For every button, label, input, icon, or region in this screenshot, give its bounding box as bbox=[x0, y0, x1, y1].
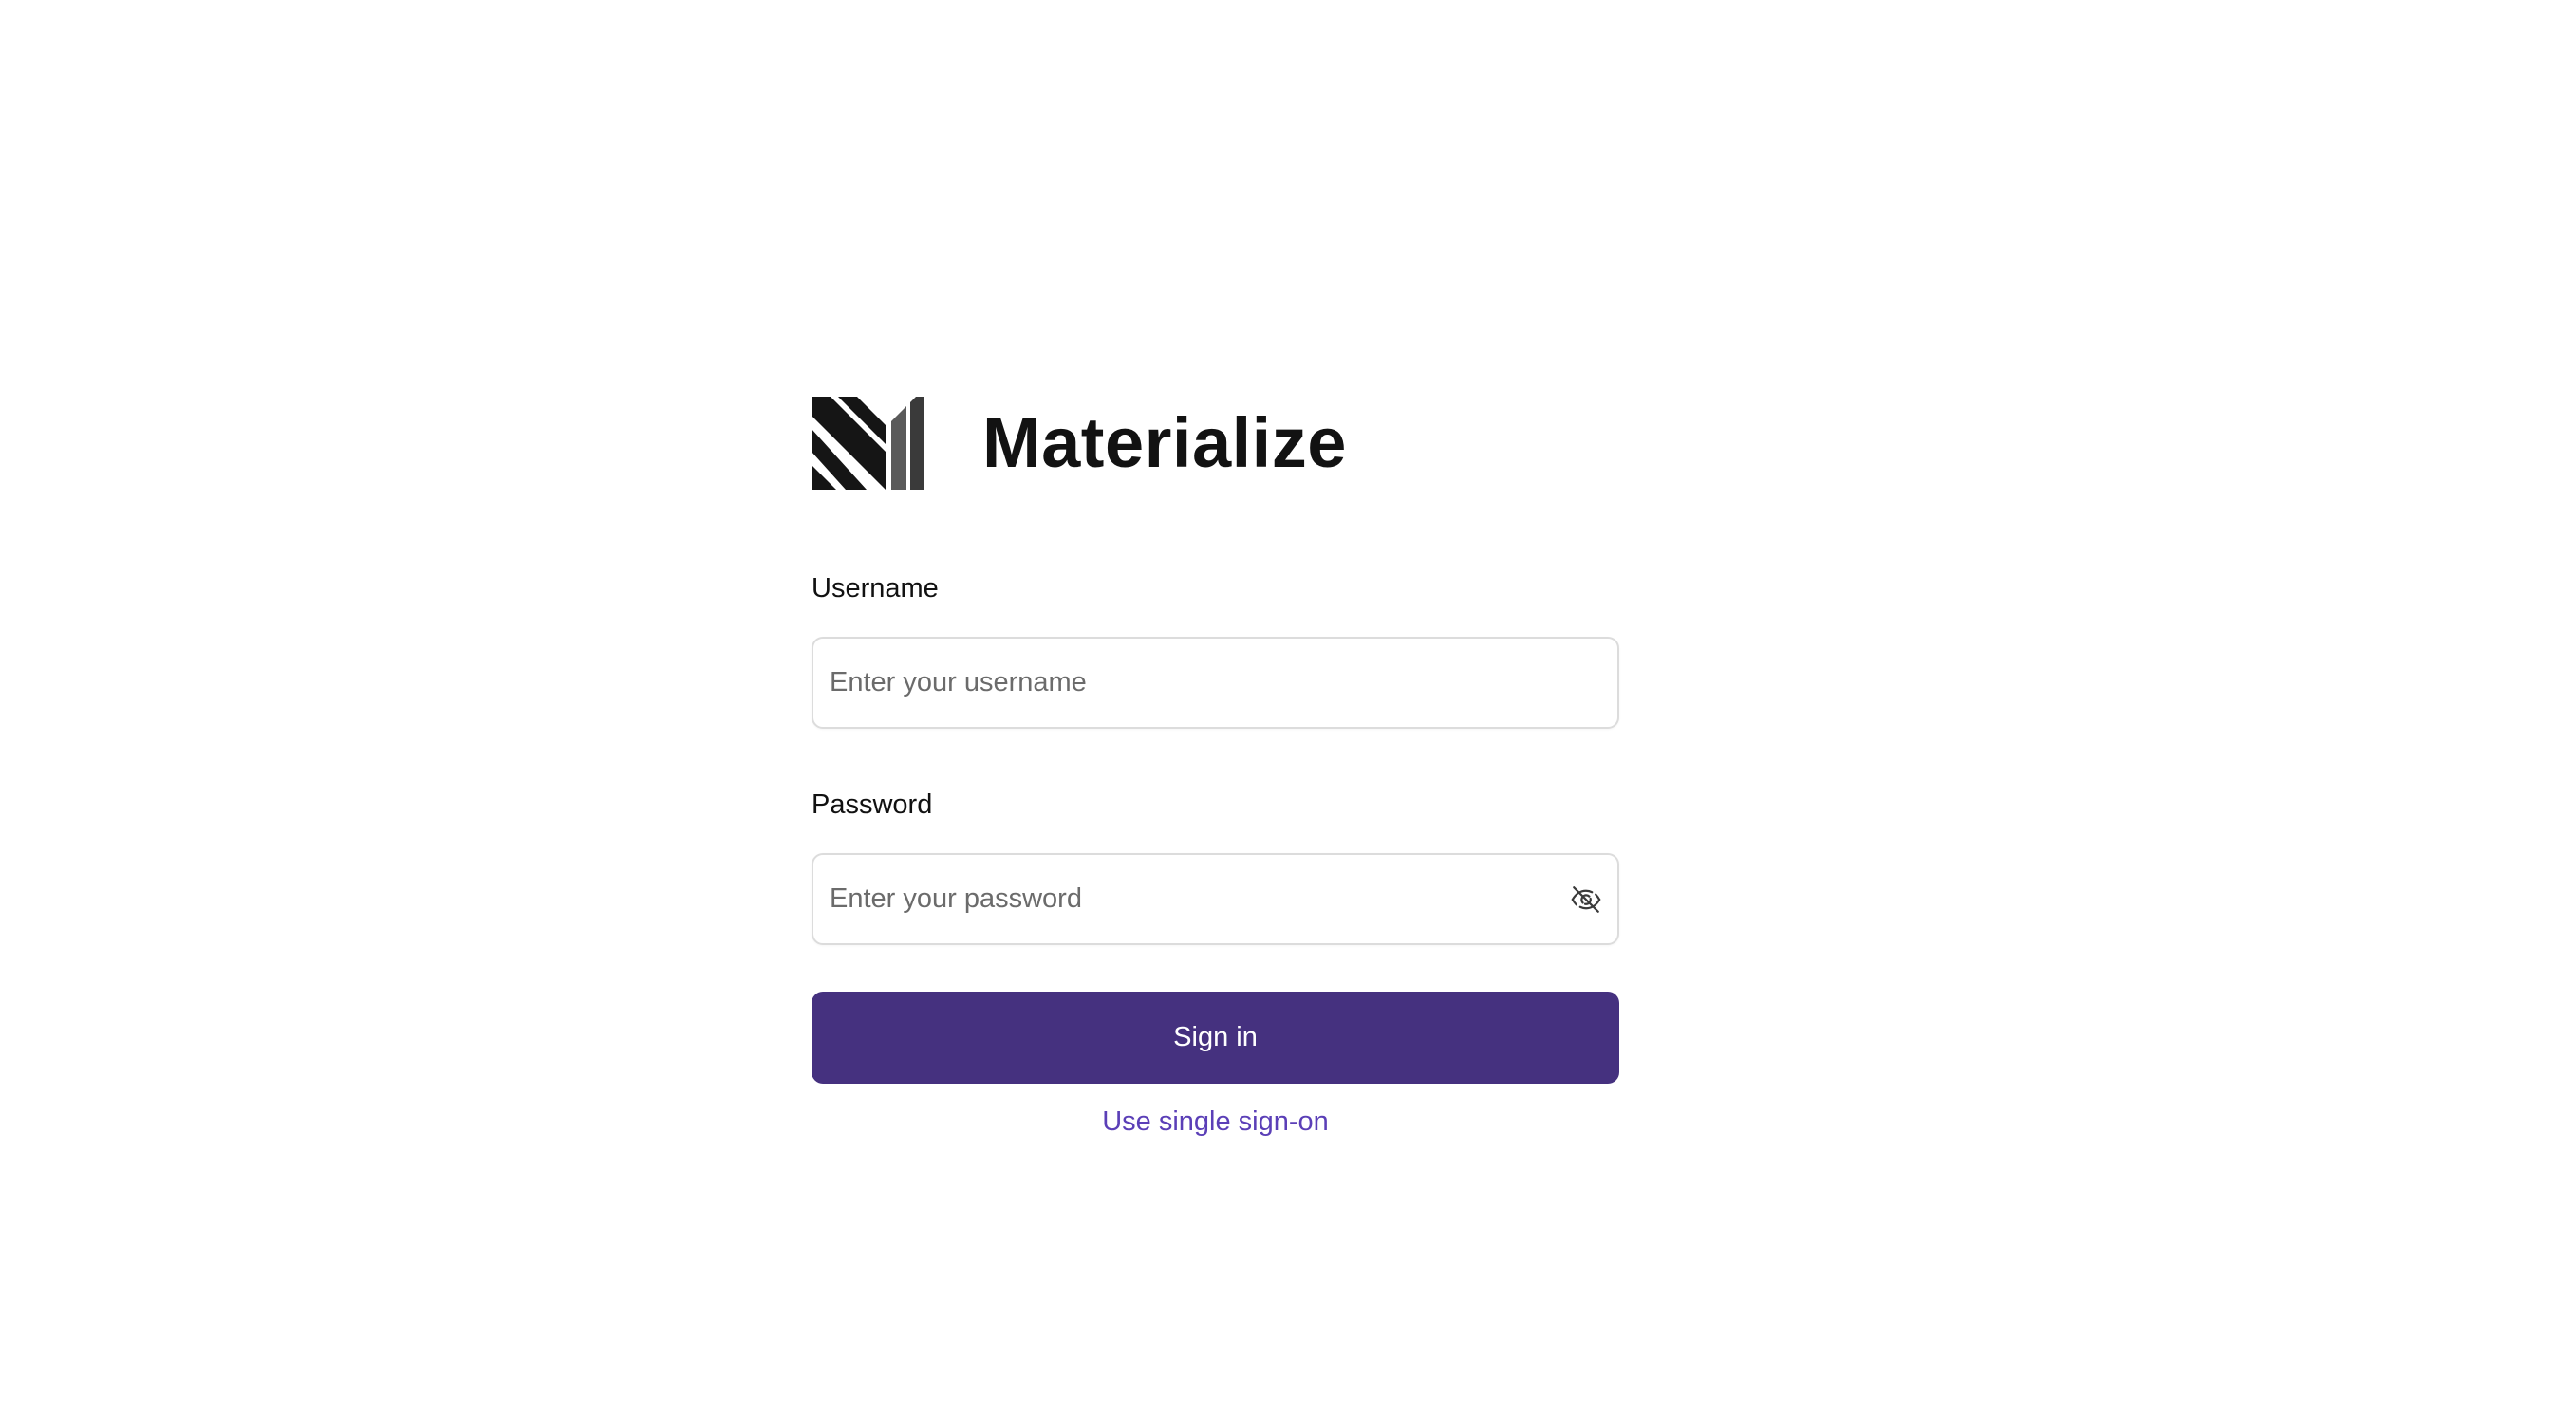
username-label: Username bbox=[812, 573, 939, 604]
login-form: Materialize Username Password Sign in bbox=[812, 397, 1619, 1138]
brand-header: Materialize bbox=[812, 397, 1619, 490]
sign-in-button[interactable]: Sign in bbox=[812, 992, 1619, 1084]
login-page: Materialize Username Password Sign in bbox=[0, 0, 2576, 1412]
password-field-wrapper bbox=[812, 853, 1619, 945]
password-input[interactable] bbox=[813, 855, 1617, 943]
materialize-logo-icon bbox=[812, 397, 924, 490]
brand-name: Materialize bbox=[982, 403, 1347, 482]
username-field-wrapper bbox=[812, 637, 1619, 729]
single-sign-on-link[interactable]: Use single sign-on bbox=[812, 1106, 1619, 1138]
username-input[interactable] bbox=[813, 639, 1617, 727]
password-label: Password bbox=[812, 790, 933, 820]
eye-off-icon bbox=[1571, 885, 1601, 913]
show-password-toggle[interactable] bbox=[1568, 882, 1604, 918]
